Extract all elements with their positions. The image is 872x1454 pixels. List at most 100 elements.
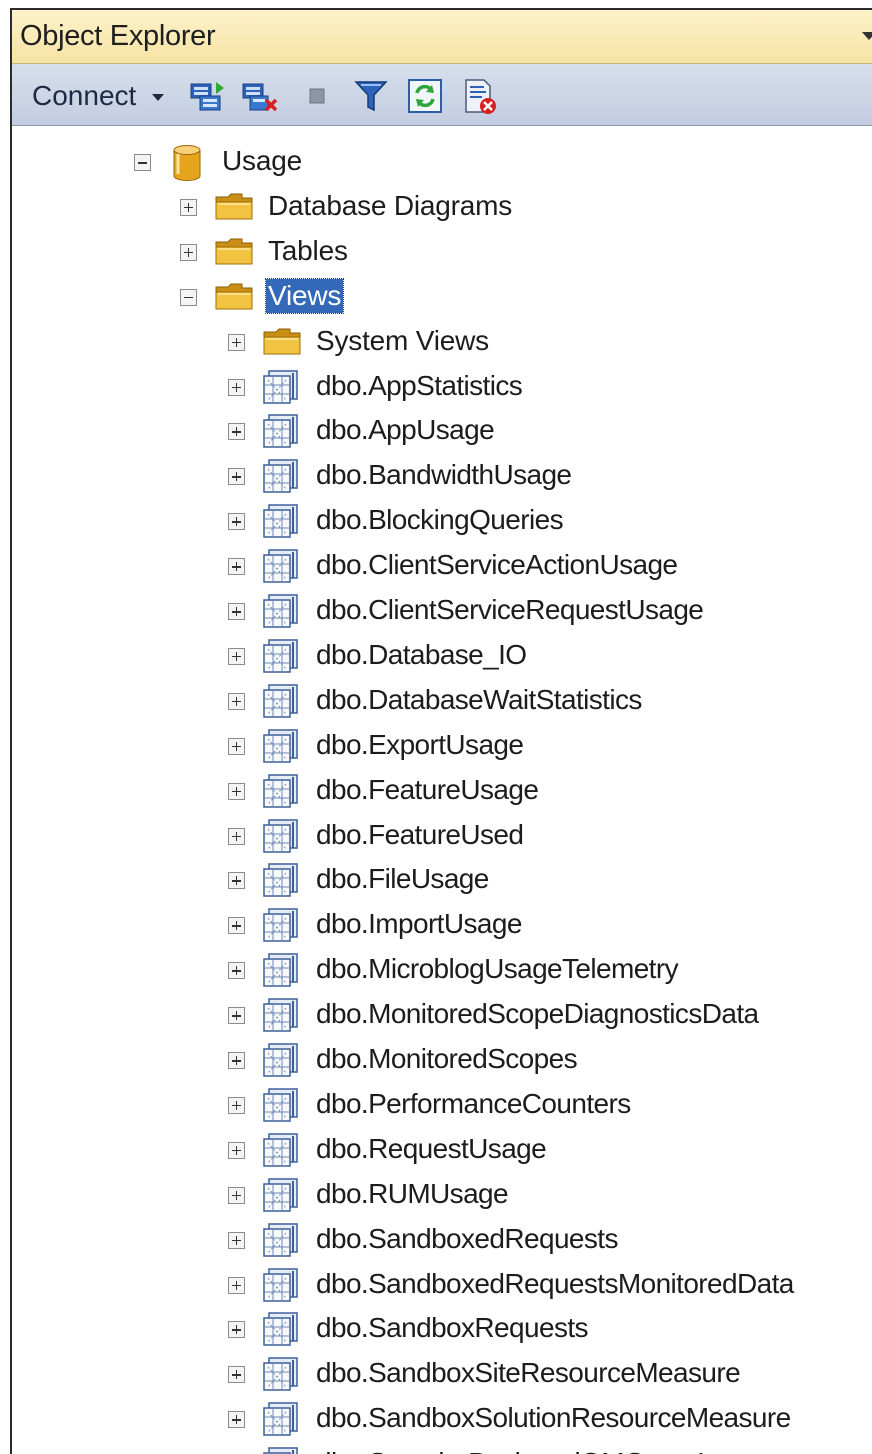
expand-icon[interactable] (228, 737, 245, 755)
expand-icon[interactable] (228, 603, 245, 620)
tree-node-label[interactable]: dbo.MonitoredScopes (316, 1042, 578, 1076)
expand-icon[interactable] (180, 198, 197, 216)
tree-node-label[interactable]: dbo.SandboxSiteResourceMeasure (316, 1356, 741, 1390)
tree-node-label[interactable]: System Views (316, 324, 489, 358)
tree-node-label[interactable]: dbo.FeatureUsage (316, 773, 539, 807)
expand-icon[interactable] (228, 1007, 245, 1025)
expand-icon[interactable] (228, 378, 245, 396)
tree-node-view[interactable]: dbo.MonitoredScopes (12, 1038, 872, 1082)
expand-icon[interactable] (228, 333, 245, 351)
stop-icon[interactable] (298, 78, 336, 114)
expand-icon[interactable] (228, 1096, 245, 1114)
tree-node-label[interactable]: dbo.RUMUsage (316, 1177, 509, 1211)
expand-icon[interactable] (228, 1231, 245, 1249)
expand-icon[interactable] (228, 1141, 245, 1159)
expand-icon[interactable] (228, 1186, 245, 1204)
tree-node-label[interactable]: dbo.PerformanceCounters (316, 1087, 631, 1121)
expand-icon[interactable] (228, 1411, 245, 1429)
tree-node-label[interactable]: dbo.AppStatistics (316, 369, 523, 403)
tree-node-label[interactable]: dbo.ClientServiceRequestUsage (316, 593, 704, 627)
summary-report-icon[interactable] (460, 78, 498, 114)
expand-icon[interactable] (228, 1321, 245, 1339)
tree-node-view[interactable]: dbo.FileUsage (12, 858, 872, 902)
expand-icon[interactable] (228, 647, 245, 665)
tree-node-label[interactable]: dbo.ClientServiceActionUsage (316, 548, 678, 582)
tree-node-view[interactable]: dbo.ClientServiceRequestUsage (12, 589, 872, 633)
view-icon (263, 953, 298, 987)
tree-node-folder[interactable]: System Views (12, 320, 872, 364)
tree-node-view[interactable]: dbo.DatabaseWaitStatistics (12, 679, 872, 723)
expand-icon[interactable] (180, 243, 197, 261)
tree-node-label[interactable]: dbo.BandwidthUsage (316, 458, 572, 492)
tree-node-view[interactable]: dbo.ClientServiceActionUsage (12, 544, 872, 588)
tree-node-view[interactable]: dbo.Search_BucketedQMQueryLatency (12, 1442, 872, 1454)
tree-node-view[interactable]: dbo.AppStatistics (12, 365, 872, 409)
tree-node-label[interactable]: Views (264, 277, 345, 314)
expand-icon[interactable] (228, 513, 245, 531)
tree-node-view[interactable]: dbo.SandboxSiteResourceMeasure (12, 1352, 872, 1396)
tree-node-view[interactable]: dbo.AppUsage (12, 409, 872, 453)
tree-node-view[interactable]: dbo.ImportUsage (12, 903, 872, 947)
tree-node-label[interactable]: dbo.ImportUsage (316, 907, 522, 941)
tree-node-view[interactable]: dbo.Database_IO (12, 634, 872, 678)
refresh-icon[interactable] (406, 78, 444, 114)
connect-dropdown-arrow-icon[interactable] (152, 94, 164, 101)
tree-node-view[interactable]: dbo.FeatureUsage (12, 769, 872, 813)
expand-icon[interactable] (228, 962, 245, 980)
view-icon (263, 1447, 298, 1454)
tree-node-label[interactable]: dbo.SandboxedRequests (316, 1222, 618, 1256)
expand-icon[interactable] (228, 827, 245, 845)
expand-icon[interactable] (228, 558, 245, 576)
expand-icon[interactable] (228, 872, 245, 890)
tree-node-label[interactable]: dbo.SandboxSolutionResourceMeasure (316, 1401, 791, 1435)
expand-icon[interactable] (228, 1052, 245, 1069)
tree-node-view[interactable]: dbo.FeatureUsed (12, 814, 872, 858)
collapse-icon[interactable] (180, 288, 197, 306)
filter-icon[interactable] (352, 78, 390, 114)
tree-node-label[interactable]: dbo.MonitoredScopeDiagnosticsData (316, 997, 759, 1031)
tree-node-label[interactable]: dbo.SandboxedRequestsMonitoredData (316, 1267, 794, 1301)
tree-node-folder[interactable]: Tables (12, 230, 872, 274)
tree-node-view[interactable]: dbo.SandboxSolutionResourceMeasure (12, 1397, 872, 1441)
expand-icon[interactable] (228, 692, 245, 710)
tree-node-label[interactable]: dbo.MicroblogUsageTelemetry (316, 952, 679, 986)
tree-node-label[interactable]: Tables (268, 234, 348, 268)
collapse-icon[interactable] (134, 154, 151, 171)
tree-node-view[interactable]: dbo.BlockingQueries (12, 499, 872, 543)
tree-node-view[interactable]: dbo.ExportUsage (12, 724, 872, 768)
expand-icon[interactable] (228, 468, 245, 486)
tree-node-view[interactable]: dbo.PerformanceCounters (12, 1083, 872, 1127)
tree-node-label[interactable]: dbo.BlockingQueries (316, 503, 564, 537)
tree-node-label[interactable]: dbo.FeatureUsed (316, 818, 524, 852)
tree-node-view[interactable]: dbo.RUMUsage (12, 1173, 872, 1217)
tree-node-folder[interactable]: Database Diagrams (12, 185, 872, 229)
tree-node-view[interactable]: dbo.RequestUsage (12, 1128, 872, 1172)
expand-icon[interactable] (228, 782, 245, 800)
tree-node-label[interactable]: dbo.RequestUsage (316, 1132, 547, 1166)
expand-icon[interactable] (228, 423, 245, 441)
expand-icon[interactable] (228, 1366, 245, 1384)
tree-node-label[interactable]: dbo.AppUsage (316, 413, 495, 447)
tree-node-label[interactable]: dbo.Search_BucketedQMQueryLatency (316, 1446, 792, 1454)
tree-node-folder[interactable]: Views (12, 275, 872, 319)
connect-button[interactable]: Connect (32, 80, 136, 112)
tree-node-view[interactable]: dbo.BandwidthUsage (12, 454, 872, 498)
expand-icon[interactable] (228, 1276, 245, 1294)
connect-object-explorer-icon[interactable] (188, 78, 226, 114)
tree-node-label[interactable]: Usage (222, 144, 302, 178)
tree-node-label[interactable]: Database Diagrams (268, 189, 512, 223)
tree-node-label[interactable]: dbo.DatabaseWaitStatistics (316, 683, 642, 717)
tree-node-view[interactable]: dbo.SandboxedRequestsMonitoredData (12, 1263, 872, 1307)
tree-node-label[interactable]: dbo.ExportUsage (316, 728, 524, 762)
tree-node-view[interactable]: dbo.SandboxedRequests (12, 1218, 872, 1262)
tree-node-database[interactable]: Usage (12, 140, 872, 184)
panel-menu-arrow-icon[interactable] (862, 32, 872, 40)
disconnect-icon[interactable] (240, 78, 278, 114)
tree-node-label[interactable]: dbo.SandboxRequests (316, 1311, 589, 1345)
tree-node-label[interactable]: dbo.Database_IO (316, 638, 527, 672)
tree-node-label[interactable]: dbo.FileUsage (316, 862, 489, 896)
expand-icon[interactable] (228, 917, 245, 935)
tree-node-view[interactable]: dbo.MicroblogUsageTelemetry (12, 948, 872, 992)
tree-node-view[interactable]: dbo.SandboxRequests (12, 1307, 872, 1351)
tree-node-view[interactable]: dbo.MonitoredScopeDiagnosticsData (12, 993, 872, 1037)
